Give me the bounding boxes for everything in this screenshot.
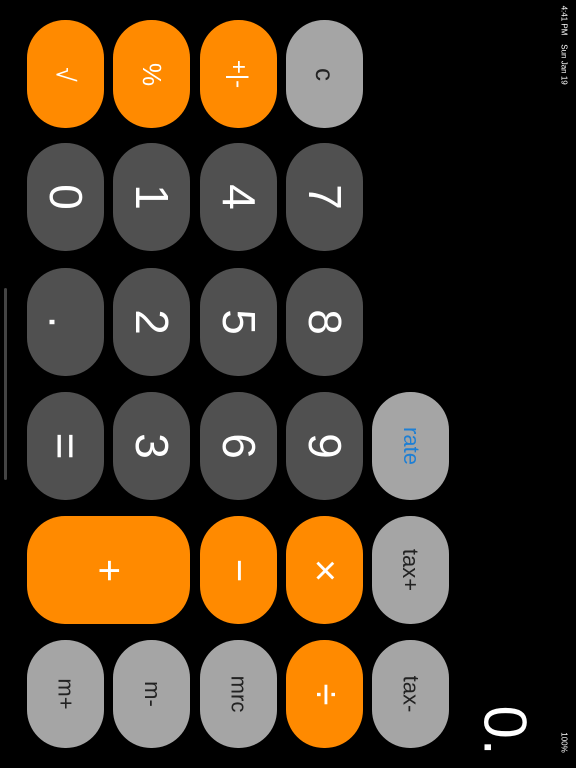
- decimal-button[interactable]: .: [27, 268, 104, 376]
- tax-minus-button[interactable]: tax-: [372, 640, 449, 748]
- digit-1-button[interactable]: 1: [113, 143, 190, 251]
- memory-recall-button[interactable]: mrc: [200, 640, 277, 748]
- digit-4-button[interactable]: 4: [200, 143, 277, 251]
- digit-7-button[interactable]: 7: [286, 143, 363, 251]
- digit-5-button[interactable]: 5: [200, 268, 277, 376]
- digit-6-button[interactable]: 6: [200, 392, 277, 500]
- memory-minus-button[interactable]: m-: [113, 640, 190, 748]
- subtract-button[interactable]: −: [200, 516, 277, 624]
- add-button[interactable]: +: [27, 516, 190, 624]
- digit-9-button[interactable]: 9: [286, 392, 363, 500]
- divide-button[interactable]: ÷: [286, 640, 363, 748]
- plus-minus-button[interactable]: +|-: [200, 20, 277, 128]
- status-time: 4:41 PM: [559, 5, 569, 35]
- sqrt-button[interactable]: √: [27, 20, 104, 128]
- status-date: Sun Jan 19: [559, 43, 569, 85]
- drag-handle[interactable]: [4, 288, 7, 480]
- multiply-button[interactable]: ×: [286, 516, 363, 624]
- digit-3-button[interactable]: 3: [113, 392, 190, 500]
- rate-button[interactable]: rate: [372, 392, 449, 500]
- equals-button[interactable]: =: [27, 392, 104, 500]
- memory-plus-button[interactable]: m+: [27, 640, 104, 748]
- status-battery: 100%: [559, 731, 569, 753]
- clear-button[interactable]: c: [286, 20, 363, 128]
- percent-button[interactable]: %: [113, 20, 190, 128]
- digit-0-button[interactable]: 0: [27, 143, 104, 251]
- result-display: 0.: [471, 704, 539, 756]
- tax-plus-button[interactable]: tax+: [372, 516, 449, 624]
- digit-8-button[interactable]: 8: [286, 268, 363, 376]
- digit-2-button[interactable]: 2: [113, 268, 190, 376]
